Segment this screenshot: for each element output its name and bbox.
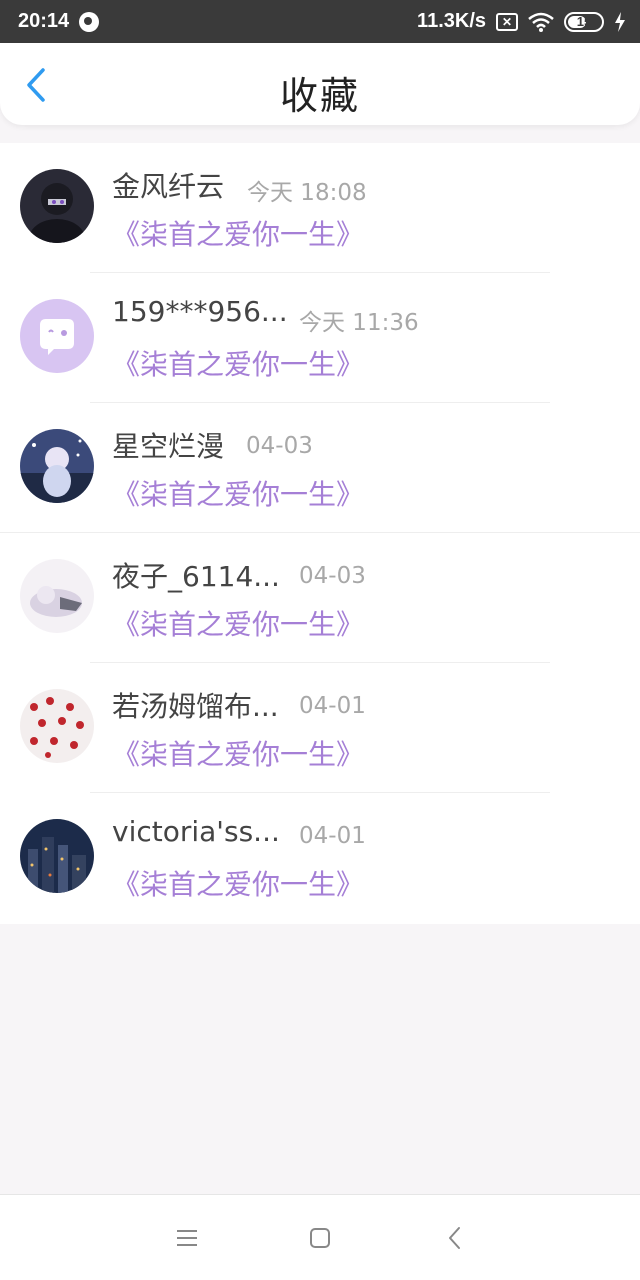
list-item[interactable]: 星空烂漫 04-03 《柒首之爱你一生》 bbox=[0, 403, 640, 533]
status-bar-right: 11.3K/s ✕ 15 bbox=[417, 10, 626, 33]
item-title[interactable]: 《柒首之爱你一生》 bbox=[112, 733, 364, 773]
item-name: 若汤姆馏布... bbox=[112, 690, 279, 723]
list-item[interactable]: 159***956... 今天 11:36 《柒首之爱你一生》 bbox=[0, 273, 640, 403]
avatar[interactable] bbox=[20, 559, 94, 633]
item-time: 04-03 bbox=[299, 563, 366, 589]
navigation-bar bbox=[0, 1194, 640, 1280]
item-name: 159***956... bbox=[112, 295, 288, 328]
system-back-button[interactable] bbox=[438, 1221, 472, 1255]
favorites-list: 金风纤云 今天 18:08 《柒首之爱你一生》 159***956... 今天 … bbox=[0, 143, 640, 924]
item-time: 04-01 bbox=[299, 823, 366, 849]
item-title[interactable]: 《柒首之爱你一生》 bbox=[112, 343, 364, 383]
recent-apps-button[interactable] bbox=[170, 1221, 204, 1255]
item-name: 星空烂漫 bbox=[112, 430, 225, 463]
back-triangle-icon bbox=[449, 1227, 460, 1249]
list-item[interactable]: 若汤姆馏布... 04-01 《柒首之爱你一生》 bbox=[0, 663, 640, 793]
item-title[interactable]: 《柒首之爱你一生》 bbox=[112, 473, 364, 513]
wifi-icon bbox=[528, 12, 554, 32]
battery-icon: 15 bbox=[564, 11, 604, 32]
network-speed: 11.3K/s bbox=[417, 10, 486, 32]
item-time: 04-03 bbox=[246, 433, 313, 459]
home-square-icon bbox=[310, 1228, 330, 1248]
menu-icon bbox=[177, 1230, 197, 1246]
status-bar: 20:14 11.3K/s ✕ 15 bbox=[0, 0, 640, 43]
avatar[interactable] bbox=[20, 819, 94, 893]
avatar[interactable] bbox=[20, 689, 94, 763]
item-name: 夜子_6114... bbox=[112, 560, 280, 593]
header: 收藏 bbox=[0, 43, 640, 125]
home-button[interactable] bbox=[303, 1221, 337, 1255]
item-title[interactable]: 《柒首之爱你一生》 bbox=[112, 863, 364, 903]
avatar[interactable] bbox=[20, 429, 94, 503]
list-item[interactable]: 金风纤云 今天 18:08 《柒首之爱你一生》 bbox=[0, 143, 640, 273]
item-title[interactable]: 《柒首之爱你一生》 bbox=[112, 603, 364, 643]
item-title[interactable]: 《柒首之爱你一生》 bbox=[112, 213, 364, 253]
list-item[interactable]: victoria'ss... 04-01 《柒首之爱你一生》 bbox=[0, 793, 640, 923]
item-name: 金风纤云 bbox=[112, 170, 225, 203]
sim-icon: ✕ bbox=[496, 12, 518, 31]
q-app-icon bbox=[79, 11, 100, 32]
item-time: 今天 18:08 bbox=[247, 180, 367, 206]
battery-level: 15 bbox=[576, 14, 592, 29]
avatar[interactable] bbox=[20, 299, 94, 373]
page-title: 收藏 bbox=[279, 74, 360, 118]
avatar[interactable] bbox=[20, 169, 94, 243]
item-time: 今天 11:36 bbox=[299, 310, 419, 336]
charging-icon bbox=[615, 11, 625, 32]
item-name: victoria'ss... bbox=[112, 815, 280, 848]
status-time: 20:14 bbox=[18, 10, 70, 32]
status-bar-left: 20:14 bbox=[18, 10, 100, 33]
list-item[interactable]: 夜子_6114... 04-03 《柒首之爱你一生》 bbox=[0, 533, 640, 663]
item-time: 04-01 bbox=[299, 693, 366, 719]
